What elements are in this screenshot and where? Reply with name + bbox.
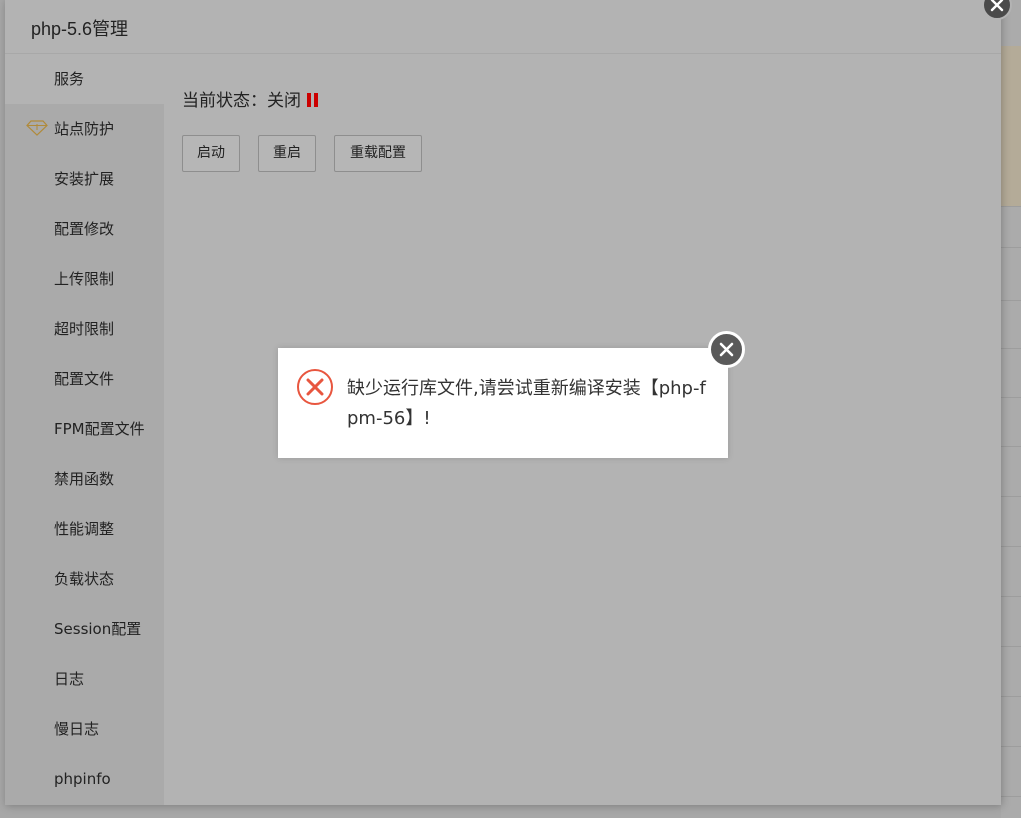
background-divider (1001, 796, 1021, 797)
status-label: 当前状态： (182, 91, 267, 111)
sidebar-item-label: 性能调整 (54, 520, 115, 538)
sidebar-item-service[interactable]: 服务 (5, 54, 164, 104)
sidebar-item-label: Session配置 (54, 620, 142, 638)
background-divider (1001, 496, 1021, 497)
sidebar-item-upload-limit[interactable]: 上传限制 (5, 254, 164, 304)
sidebar-item-slow-logs[interactable]: 慢日志 (5, 704, 164, 754)
sidebar-item-logs[interactable]: 日志 (5, 654, 164, 704)
sidebar-item-label: 站点防护 (54, 120, 115, 138)
background-divider (1001, 397, 1021, 398)
pause-icon (307, 92, 318, 112)
sidebar-item-label: 负载状态 (54, 570, 115, 588)
background-divider (1001, 746, 1021, 747)
sidebar-item-load-status[interactable]: 负载状态 (5, 554, 164, 604)
error-message: 缺少运行库文件,请尝试重新编译安装【php-fpm-56】! (347, 378, 706, 429)
background-divider (1001, 247, 1021, 248)
sidebar-item-site-protection[interactable]: 站点防护 (5, 104, 164, 154)
start-button[interactable]: 启动 (182, 135, 240, 172)
close-icon (990, 0, 1004, 12)
sidebar-item-config-edit[interactable]: 配置修改 (5, 204, 164, 254)
diamond-icon (26, 120, 48, 136)
background-divider (1001, 300, 1021, 301)
background-divider (1001, 646, 1021, 647)
background-divider (1001, 696, 1021, 697)
sidebar-item-timeout-limit[interactable]: 超时限制 (5, 304, 164, 354)
sidebar-item-label: phpinfo (54, 770, 111, 788)
modal-title: php-5.6管理 (31, 19, 129, 39)
background-divider (1001, 546, 1021, 547)
sidebar-menu: 服务 站点防护 安装扩展 配置修改 上传限制 超时限制 配置文件 FPM配置文件 (5, 54, 164, 805)
sidebar-item-label: 安装扩展 (54, 170, 115, 188)
restart-button[interactable]: 重启 (258, 135, 316, 172)
sidebar-item-session-config[interactable]: Session配置 (5, 604, 164, 654)
sidebar-item-label: FPM配置文件 (54, 420, 145, 438)
background-divider (1001, 348, 1021, 349)
status-row: 当前状态：关闭 (182, 86, 318, 112)
error-dialog: 缺少运行库文件,请尝试重新编译安装【php-fpm-56】! (278, 331, 745, 458)
sidebar-item-label: 服务 (54, 70, 85, 88)
sidebar-item-performance-tuning[interactable]: 性能调整 (5, 504, 164, 554)
sidebar-item-label: 超时限制 (54, 320, 115, 338)
sidebar-item-label: 上传限制 (54, 270, 115, 288)
sidebar-item-label: 配置文件 (54, 370, 115, 388)
background-right-banner (1001, 46, 1021, 206)
dialog-close-button[interactable] (708, 331, 745, 368)
error-circle-x-icon (297, 369, 333, 405)
reload-config-button[interactable]: 重载配置 (334, 135, 422, 172)
sidebar-item-label: 禁用函数 (54, 470, 115, 488)
close-icon (719, 342, 734, 357)
background-divider (1001, 446, 1021, 447)
sidebar-item-label: 慢日志 (54, 720, 100, 738)
sidebar-item-phpinfo[interactable]: phpinfo (5, 754, 164, 804)
sidebar-item-label: 配置修改 (54, 220, 115, 238)
sidebar-item-config-file[interactable]: 配置文件 (5, 354, 164, 404)
status-value: 关闭 (267, 91, 301, 111)
background-divider (1001, 596, 1021, 597)
modal-header: php-5.6管理 (5, 0, 1001, 54)
sidebar-item-fpm-config-file[interactable]: FPM配置文件 (5, 404, 164, 454)
sidebar-item-label: 日志 (54, 670, 85, 688)
background-divider (1001, 206, 1021, 207)
sidebar-item-disabled-functions[interactable]: 禁用函数 (5, 454, 164, 504)
sidebar-item-install-extensions[interactable]: 安装扩展 (5, 154, 164, 204)
